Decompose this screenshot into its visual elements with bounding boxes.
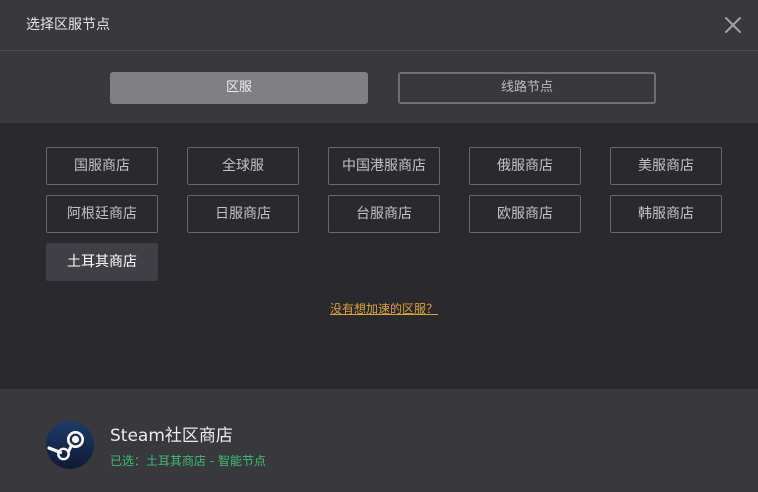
tab-bar: 区服 线路节点: [0, 51, 758, 123]
region-button-us[interactable]: 美服商店: [610, 147, 722, 185]
region-grid: 国服商店 全球服 中国港服商店 俄服商店 美服商店 阿根廷商店 日服商店 台服商…: [0, 123, 758, 389]
tab-region[interactable]: 区服: [110, 72, 368, 104]
game-title: Steam社区商店: [110, 426, 233, 446]
dialog-title: 选择区服节点: [26, 17, 110, 33]
region-button-eu[interactable]: 欧服商店: [469, 195, 581, 233]
region-button-jp[interactable]: 日服商店: [187, 195, 299, 233]
region-node-dialog: 选择区服节点 区服 线路节点 国服商店 全球服 中国港服商店 俄服商店 美服商店…: [0, 0, 758, 492]
tab-route-node[interactable]: 线路节点: [398, 72, 656, 104]
steam-logo-icon: [46, 421, 94, 469]
dialog-header: 选择区服节点: [0, 0, 758, 51]
selection-footer: Steam社区商店 已选：土耳其商店 - 智能节点: [0, 389, 758, 492]
region-button-cn[interactable]: 国服商店: [46, 147, 158, 185]
region-button-hk[interactable]: 中国港服商店: [328, 147, 440, 185]
region-button-ru[interactable]: 俄服商店: [469, 147, 581, 185]
missing-region-link[interactable]: 没有想加速的区服？: [0, 300, 758, 317]
close-icon: [725, 17, 741, 33]
region-button-tw[interactable]: 台服商店: [328, 195, 440, 233]
region-button-kr[interactable]: 韩服商店: [610, 195, 722, 233]
selection-status: 已选：土耳其商店 - 智能节点: [110, 454, 266, 468]
region-button-tr[interactable]: 土耳其商店: [46, 243, 158, 281]
close-button[interactable]: [722, 14, 744, 36]
region-button-global[interactable]: 全球服: [187, 147, 299, 185]
region-button-ar[interactable]: 阿根廷商店: [46, 195, 158, 233]
